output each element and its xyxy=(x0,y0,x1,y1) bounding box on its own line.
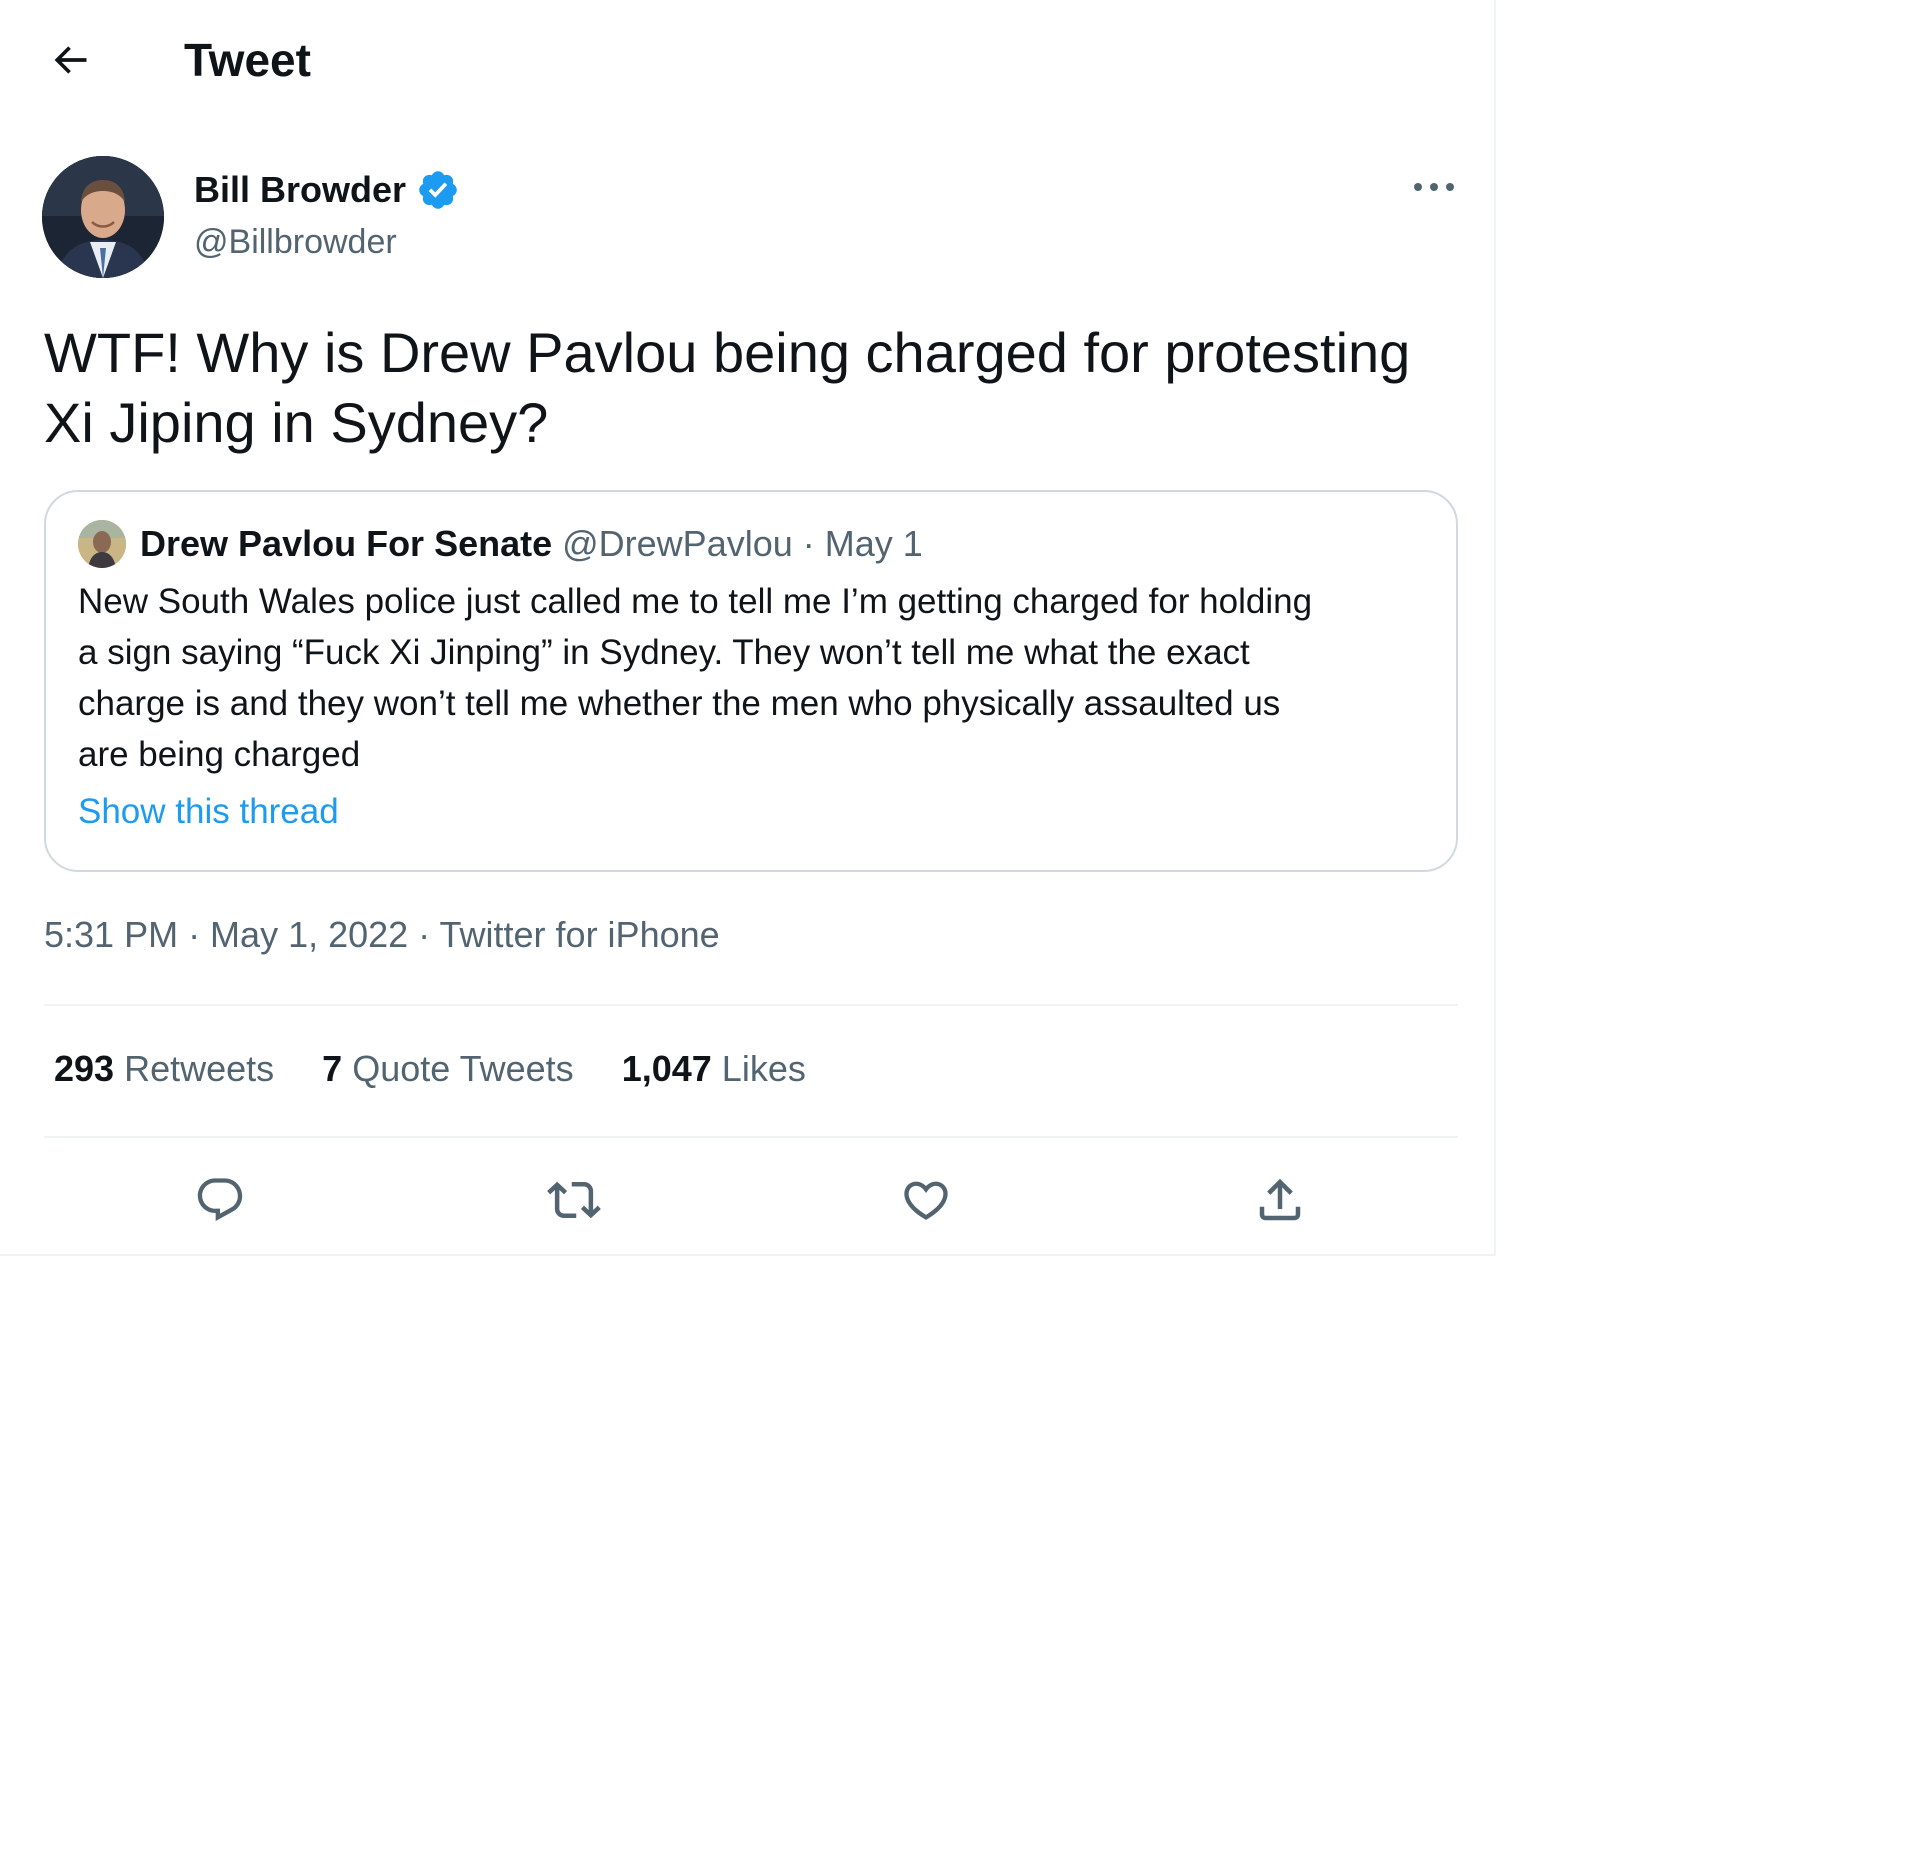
more-dots-icon xyxy=(1414,183,1454,191)
share-button[interactable] xyxy=(1244,1164,1316,1236)
quote-text: New South Wales police just called me to… xyxy=(78,576,1428,780)
like-icon xyxy=(904,1181,948,1220)
stat-label: Likes xyxy=(721,1048,806,1089)
like-button[interactable] xyxy=(890,1164,962,1236)
quote-text-line: are being charged xyxy=(78,735,361,774)
stat-label: Quote Tweets xyxy=(352,1048,574,1089)
header: Tweet xyxy=(0,0,1494,120)
author-handle[interactable]: @Billbrowder xyxy=(194,220,397,264)
more-options-button[interactable] xyxy=(1404,162,1464,212)
quote-avatar-image xyxy=(78,520,126,568)
author-name[interactable]: Bill Browder xyxy=(194,168,406,212)
likes-stat[interactable]: 1,047 Likes xyxy=(622,1044,806,1094)
share-icon xyxy=(1259,1178,1301,1221)
verified-badge-icon xyxy=(419,171,457,209)
quote-author-handle: @DrewPavlou xyxy=(562,523,793,564)
tweet-timestamp[interactable]: 5:31 PM · May 1, 2022 · Twitter for iPho… xyxy=(44,910,720,960)
reply-icon xyxy=(197,1178,243,1222)
page-title: Tweet xyxy=(184,34,311,86)
tweet-text: WTF! Why is Drew Pavlou being charged fo… xyxy=(44,318,1464,458)
quote-tweet-card[interactable]: Drew Pavlou For Senate @DrewPavlou · May… xyxy=(44,490,1458,872)
tweet-text-line: WTF! Why is Drew Pavlou being charged fo… xyxy=(44,321,1411,384)
stat-count: 293 xyxy=(54,1048,115,1089)
quote-text-line: a sign saying “Fuck Xi Jinping” in Sydne… xyxy=(78,633,1250,672)
quote-header: Drew Pavlou For Senate @DrewPavlou · May… xyxy=(78,520,923,568)
retweet-button[interactable] xyxy=(538,1164,610,1236)
quote-author-name: Drew Pavlou For Senate xyxy=(140,523,553,564)
reply-button[interactable] xyxy=(184,1164,256,1236)
retweets-stat[interactable]: 293 Retweets xyxy=(54,1044,274,1094)
author-name-row[interactable]: Bill Browder xyxy=(194,168,460,212)
retweet-icon xyxy=(547,1181,601,1219)
quote-date: · May 1 xyxy=(802,523,923,564)
back-button[interactable] xyxy=(38,28,102,92)
stat-label: Retweets xyxy=(124,1048,275,1089)
avatar[interactable] xyxy=(42,156,164,278)
quote-avatar xyxy=(78,520,126,568)
arrow-left-icon xyxy=(54,46,87,74)
quote-text-line: New South Wales police just called me to… xyxy=(78,582,1313,621)
avatar-image xyxy=(42,156,164,278)
tweet-panel: Tweet Bill Browder @Billbrowder WTF! Why… xyxy=(0,0,1496,1256)
engagement-stats: 293 Retweets 7 Quote Tweets 1,047 Likes xyxy=(54,1044,806,1094)
stat-count: 7 xyxy=(322,1048,343,1089)
stat-count: 1,047 xyxy=(621,1048,712,1089)
quote-tweets-stat[interactable]: 7 Quote Tweets xyxy=(322,1044,574,1094)
quote-text-line: charge is and they won’t tell me whether… xyxy=(78,684,1281,723)
show-thread-link[interactable]: Show this thread xyxy=(78,788,339,836)
divider xyxy=(44,1136,1458,1138)
tweet-text-line: Xi Jiping in Sydney? xyxy=(44,391,549,454)
divider xyxy=(44,1004,1458,1006)
